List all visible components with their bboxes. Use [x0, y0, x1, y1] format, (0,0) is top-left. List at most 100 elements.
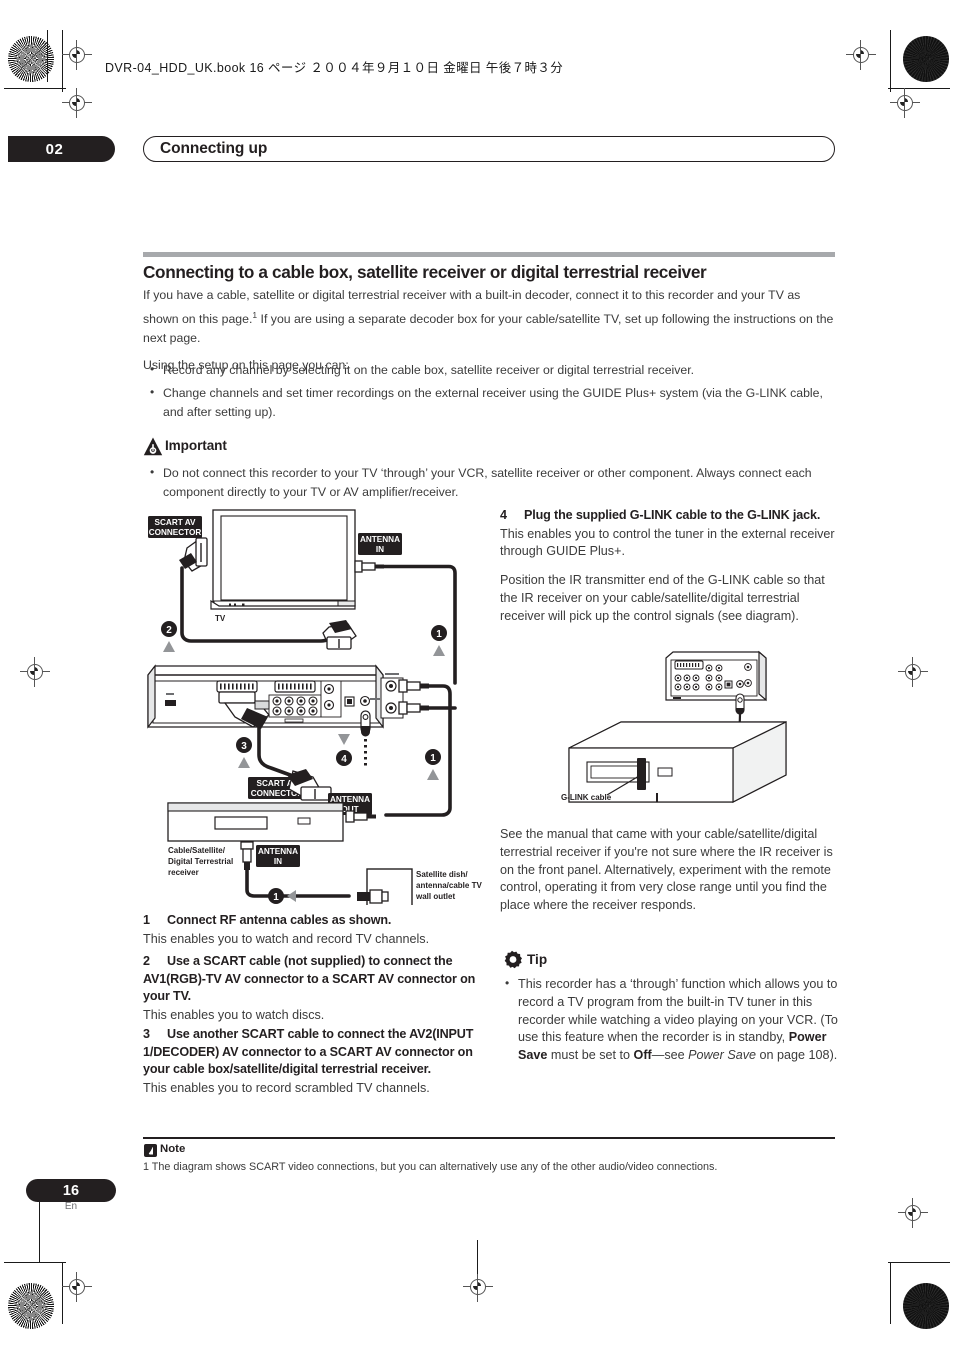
svg-text:3: 3 [241, 741, 247, 752]
registration-mark-top-left [62, 40, 92, 70]
crop-line-top-right-h [888, 88, 950, 90]
receiver-label-line1: Cable/Satellite/ [168, 846, 226, 855]
callout-3: 3 [236, 737, 252, 768]
warning-triangle-icon [143, 437, 163, 456]
step-title-text: Plug the supplied G-LINK cable to the G-… [524, 508, 821, 522]
antenna-cable-wall [245, 867, 351, 898]
svg-text:1: 1 [430, 753, 436, 764]
antenna-cable-1-tv [381, 564, 457, 685]
coax-plug-receiver-in [240, 841, 254, 870]
wall-outlet-label-line2: antenna/cable TV [416, 881, 482, 890]
crop-line-bottom-left-v [62, 1262, 64, 1324]
step-title: 3 Use another SCART cable to connect the … [143, 1026, 483, 1079]
callout-1-mid: 1 [425, 749, 441, 780]
registration-mark-bottom-center [463, 1272, 493, 1302]
important-bullet-list: Do not connect this recorder to your TV … [143, 463, 836, 506]
list-item: Change channels and set timer recordings… [143, 383, 836, 422]
registration-mark-top-corner-right [890, 88, 920, 118]
left-step-1: 1 Connect RF antenna cables as shown. Thi… [143, 912, 483, 948]
glink-diagram: .l2{fill:none;stroke:#231f20;stroke-widt… [551, 650, 841, 820]
step-number: 1 [143, 913, 150, 927]
step-body: This enables you to watch discs. [143, 1007, 325, 1022]
recorder-rear-panel-small [665, 650, 767, 702]
crop-line-bottom-right-v [890, 1262, 892, 1324]
left-step-3: 3 Use another SCART cable to connect the … [143, 1026, 483, 1097]
section-heading: Connecting to a cable box, satellite rec… [143, 262, 707, 282]
wall-outlet-label-line3: wall outlet [415, 892, 455, 901]
registration-mark-mid-left [20, 657, 50, 687]
intro-paragraph-1: If you have a cable, satellite or digita… [143, 286, 836, 349]
svg-text:ANTENNA: ANTENNA [360, 535, 400, 544]
density-patch-top-right [903, 36, 949, 82]
tip-italic-power-save: Power Save [688, 1048, 757, 1063]
chapter-number-tab: 02 [8, 136, 115, 162]
page-number: 16 [26, 1179, 116, 1202]
wall-outlet-illustration [357, 868, 413, 905]
footnote-text: 1 The diagram shows SCART video connecti… [143, 1161, 718, 1173]
coax-plug-tv [354, 560, 384, 573]
av2-scart-socket [274, 680, 316, 693]
tip-text-2: must be set to [547, 1048, 634, 1063]
svg-text:1: 1 [436, 629, 442, 640]
tip-bullet-list: This recorder has a ‘through’ function w… [500, 975, 838, 1065]
registration-mark-bottom-left [62, 1272, 92, 1302]
step-body: Position the IR transmitter end of the G… [500, 573, 825, 623]
wall-outlet-label-line1: Satellite dish/ [416, 870, 468, 879]
tv-label: TV [215, 614, 226, 623]
registration-mark-bottom-right [898, 1198, 928, 1228]
receiver-label-line2: Digital Terrestrial [168, 857, 233, 866]
svg-text:IN: IN [376, 545, 384, 554]
svg-text:CONNECTOR: CONNECTOR [149, 528, 202, 537]
step-body: This enables you to watch and record TV … [143, 931, 430, 946]
step-number: 3 [143, 1027, 150, 1041]
crop-line-header-left [47, 30, 49, 82]
glink-connector-plug [360, 710, 371, 767]
crop-line-top-right-v [890, 30, 892, 92]
section-bullet-list: Record any channel by selecting it on th… [143, 360, 836, 426]
antenna-in-receiver-label: ANTENNA IN [256, 845, 300, 867]
callout-2: 2 [161, 621, 177, 652]
receiver-illustration [167, 802, 344, 842]
registration-mark-mid-right [898, 657, 928, 687]
svg-text:ANTENNA: ANTENNA [258, 847, 298, 856]
glink-plug [735, 693, 745, 715]
connection-diagram: .ln{fill:none;stroke:#231f20;stroke-widt… [143, 505, 488, 905]
list-item: Do not connect this recorder to your TV … [143, 463, 836, 502]
crop-line-top-left-h [4, 88, 66, 90]
density-patch-bottom-left [8, 1283, 54, 1329]
antenna-in-tv-label: ANTENNA IN [358, 533, 402, 555]
tv-illustration [210, 509, 356, 610]
crop-line-bottom-left-h [4, 1262, 66, 1264]
step-body: This enables you to record scrambled TV … [143, 1080, 430, 1095]
section-divider-rule [143, 252, 835, 257]
list-item: This recorder has a ‘through’ function w… [500, 975, 838, 1065]
page-language: En [64, 1201, 78, 1212]
gear-icon [504, 950, 522, 969]
step-body: See the manual that came with your cable… [500, 827, 833, 913]
step-body: This enables you to control the tuner in… [500, 526, 835, 559]
registration-mark-top-right [846, 40, 876, 70]
note-icon [144, 1144, 157, 1157]
svg-text:4: 4 [341, 754, 347, 765]
scart-plug-av1 [322, 620, 357, 650]
step-title: 4 Plug the supplied G-LINK cable to the G… [500, 507, 836, 525]
step-number: 2 [143, 954, 150, 968]
right-step-4: 4 Plug the supplied G-LINK cable to the G… [500, 507, 836, 625]
svg-text:2: 2 [166, 625, 172, 636]
step-title-text: Use another SCART cable to connect the A… [143, 1027, 474, 1076]
left-step-2: 2 Use a SCART cable (not supplied) to con… [143, 953, 483, 1024]
receiver-label-line3: receiver [168, 868, 199, 877]
scart-cable-3 [257, 724, 295, 778]
step-title: 1 Connect RF antenna cables as shown. [143, 912, 483, 930]
right-rca-pair [320, 680, 342, 718]
crop-line-bottom-right-h [888, 1262, 950, 1264]
callout-1-right: 1 [431, 625, 447, 656]
footnote-label: Note [160, 1143, 186, 1155]
print-file-info: DVR-04_HDD_UK.book 16 ページ ２００４年９月１０日 金曜日… [105, 61, 564, 75]
chapter-title: Connecting up [143, 136, 835, 162]
right-step-4-continued: See the manual that came with your cable… [500, 826, 836, 915]
tip-bold-off: Off [633, 1048, 652, 1063]
scart-av-connector-tv-label: SCART AV CONNECTOR [148, 516, 202, 538]
list-item: Record any channel by selecting it on th… [143, 360, 836, 380]
step-number: 4 [500, 508, 507, 522]
